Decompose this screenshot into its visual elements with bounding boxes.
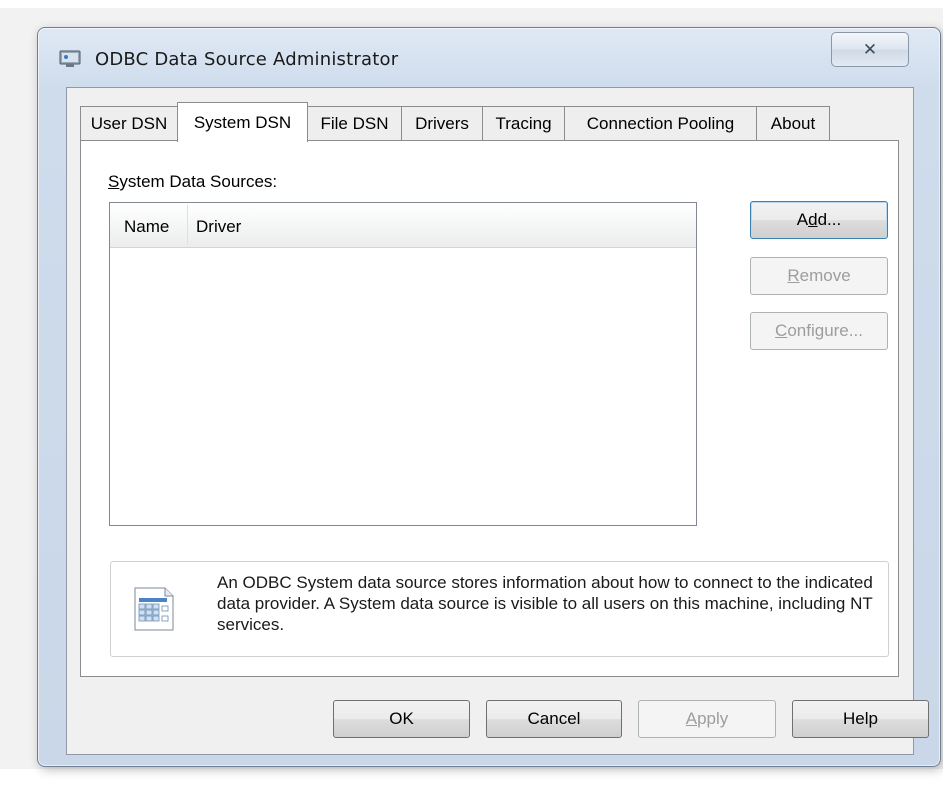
btn-text: d... — [817, 210, 842, 229]
system-dsn-panel: System Data Sources: Name Driver Ad d... … — [80, 140, 899, 677]
column-header-driver[interactable]: Driver — [196, 217, 241, 237]
odbc-app-icon — [59, 48, 81, 68]
accelerator-key: R — [787, 266, 800, 285]
btn-text: A — [796, 210, 809, 229]
tab-label: About — [770, 113, 816, 133]
desktop-background-bottom — [0, 769, 943, 789]
info-description: An ODBC System data source stores inform… — [217, 573, 873, 634]
btn-text: emove — [799, 266, 851, 285]
accelerator-key: d — [808, 210, 818, 229]
accelerator-key: S — [108, 172, 120, 191]
accelerator-key: A — [685, 709, 698, 728]
tab-about[interactable]: About — [756, 106, 830, 140]
label-text: ystem Data Sources: — [119, 172, 278, 191]
data-sources-list[interactable]: Name Driver — [109, 202, 697, 526]
remove-button[interactable]: Remove — [750, 257, 888, 295]
column-header-name[interactable]: Name — [124, 217, 169, 237]
apply-button[interactable]: Apply — [638, 700, 776, 738]
tab-label: Connection Pooling — [586, 113, 735, 133]
tab-user-dsn[interactable]: User DSN — [80, 106, 178, 140]
accelerator-key: C — [775, 321, 788, 340]
tab-tracing[interactable]: Tracing — [482, 106, 565, 140]
system-data-sources-label: System Data Sources: — [108, 172, 277, 192]
tab-label: Drivers — [415, 113, 469, 133]
cancel-button[interactable]: Cancel — [486, 700, 622, 738]
btn-text: pply — [697, 709, 729, 728]
btn-text: OK — [389, 709, 414, 728]
btn-text: onfigure... — [787, 321, 863, 340]
odbc-admin-window: ODBC Data Source Administrator ✕ User DS… — [37, 27, 941, 767]
add-button[interactable]: Ad d... — [750, 201, 888, 239]
tab-system-dsn[interactable]: System DSN — [177, 102, 308, 142]
close-icon: ✕ — [862, 39, 878, 59]
help-button[interactable]: Help — [792, 700, 929, 738]
list-header: Name Driver — [110, 203, 696, 248]
close-button[interactable]: ✕ — [831, 32, 909, 67]
tab-label: User DSN — [90, 113, 168, 133]
tab-connection-pooling[interactable]: Connection Pooling — [564, 106, 757, 140]
tab-label: System DSN — [193, 112, 292, 132]
info-box: An ODBC System data source stores inform… — [110, 561, 889, 657]
btn-text: Cancel — [527, 709, 581, 728]
column-divider[interactable] — [187, 205, 188, 245]
tab-file-dsn[interactable]: File DSN — [307, 106, 402, 140]
btn-text: Help — [843, 709, 878, 728]
data-source-icon — [127, 584, 177, 634]
dialog-client-area: User DSN System DSN File DSN Drivers Tra… — [66, 87, 929, 755]
desktop-background — [0, 0, 943, 8]
tab-label: Tracing — [495, 113, 552, 133]
ok-button[interactable]: OK — [333, 700, 470, 738]
tab-drivers[interactable]: Drivers — [401, 106, 483, 140]
window-title: ODBC Data Source Administrator — [95, 49, 399, 70]
tab-label: File DSN — [320, 113, 389, 133]
configure-button[interactable]: Configure... — [750, 312, 888, 350]
